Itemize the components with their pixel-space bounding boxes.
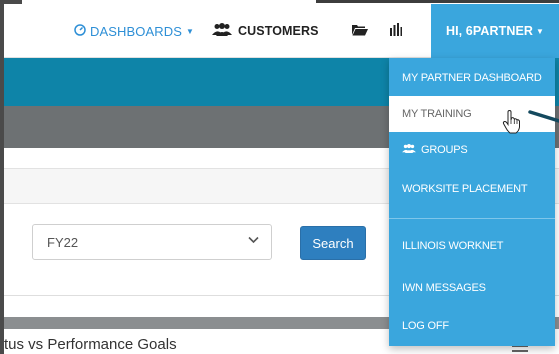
dashboards-menu[interactable]: DASHBOARDS ▼	[74, 4, 194, 58]
menu-item-label: IWN MESSAGES	[402, 282, 486, 294]
chevron-down-icon	[248, 235, 259, 247]
customers-label: CUSTOMERS	[238, 24, 319, 38]
search-button[interactable]: Search	[300, 226, 366, 260]
users-icon	[212, 23, 232, 39]
folder-button[interactable]	[352, 4, 368, 58]
menu-item-iwn-messages[interactable]: IWN MESSAGES	[389, 270, 555, 306]
menu-item-label: GROUPS	[421, 144, 468, 156]
menu-item-label: ILLINOIS WORKNET	[402, 240, 504, 252]
hand-pointer-icon	[502, 109, 522, 134]
menu-item-my-partner-dashboard[interactable]: MY PARTNER DASHBOARD	[389, 60, 555, 96]
section-title: tus vs Performance Goals	[4, 336, 177, 353]
navbar: DASHBOARDS ▼ CUSTOMERS HI, 6PARTNER ▼	[4, 4, 559, 58]
chart-button[interactable]	[390, 4, 402, 58]
menu-item-label: WORKSITE PLACEMENT	[402, 183, 528, 195]
menu-item-groups[interactable]: GROUPS	[389, 132, 555, 168]
menu-item-label: LOG OFF	[402, 320, 449, 332]
menu-item-worksite-placement[interactable]: WORKSITE PLACEMENT	[389, 171, 555, 207]
user-menu[interactable]: HI, 6PARTNER ▼	[431, 4, 559, 58]
users-icon	[402, 144, 416, 156]
menu-item-label: MY TRAINING	[402, 108, 472, 120]
menu-item-label: MY PARTNER DASHBOARD	[402, 72, 542, 84]
user-menu-label: HI, 6PARTNER	[445, 24, 534, 38]
fiscal-year-select[interactable]: FY22	[32, 224, 272, 260]
dashboard-gauge-icon	[74, 23, 86, 39]
menu-divider	[389, 218, 555, 219]
top-strip-dark	[316, 0, 559, 3]
chevron-down-icon: ▼	[186, 26, 195, 36]
menu-item-illinois-worknet[interactable]: ILLINOIS WORKNET	[389, 228, 555, 264]
folder-open-icon	[352, 23, 368, 39]
annotation-arrow	[528, 109, 559, 123]
dashboards-label: DASHBOARDS	[90, 23, 183, 39]
page: DASHBOARDS ▼ CUSTOMERS HI, 6PARTNER ▼ FY…	[0, 0, 559, 354]
bar-chart-icon	[390, 23, 402, 39]
menu-item-log-off[interactable]: LOG OFF	[389, 308, 555, 344]
fiscal-year-value: FY22	[47, 234, 79, 250]
customers-menu[interactable]: CUSTOMERS	[212, 4, 319, 58]
chevron-down-icon: ▼	[536, 26, 545, 36]
user-dropdown-menu: MY PARTNER DASHBOARD MY TRAINING GROUPS …	[389, 58, 555, 346]
